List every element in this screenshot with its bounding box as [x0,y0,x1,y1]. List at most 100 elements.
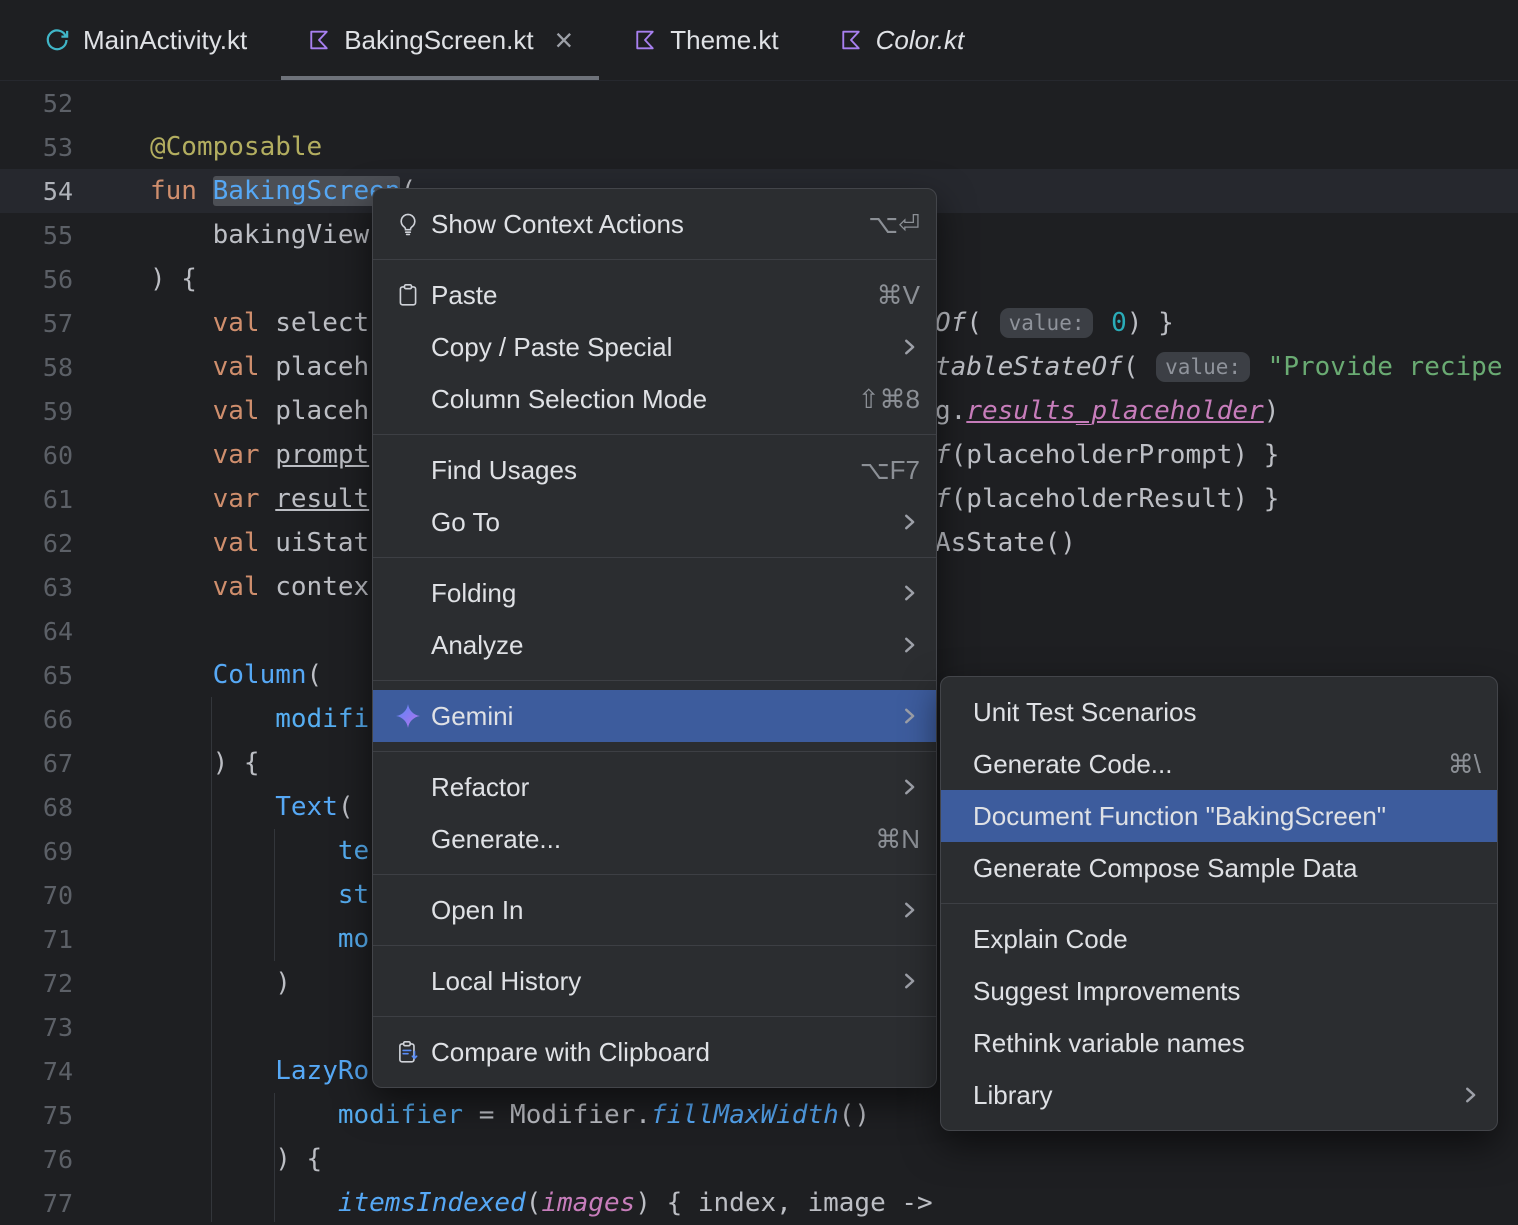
code-text: @Composable [73,132,322,162]
code-token: ( [306,660,323,690]
code-text: val uiStat [73,528,370,558]
menu-item-copy-paste-special[interactable]: Copy / Paste Special [373,321,936,373]
menu-item-refactor[interactable]: Refactor [373,761,936,813]
menu-item-suggest-improvements[interactable]: Suggest Improvements [941,965,1497,1017]
code-text: var prompt [73,440,370,470]
line-number: 53 [42,132,73,162]
menu-item-library[interactable]: Library [941,1069,1497,1121]
tab-label: BakingScreen.kt [344,24,534,55]
menu-item-label: Refactor [431,771,530,802]
kotlin-file-icon [307,28,331,52]
chevron-right-icon [892,899,920,921]
code-text-continued: g. results_placeholder) [935,389,1279,433]
tab-bakingscreen-kt[interactable]: BakingScreen.kt × [277,0,603,80]
menu-item-label: Paste [431,279,498,310]
menu-item-go-to[interactable]: Go To [373,496,936,548]
code-text: bakingView [73,220,370,250]
menu-item-rethink-variable-names[interactable]: Rethink variable names [941,1017,1497,1069]
menu-item-paste[interactable]: Paste ⌘V [373,269,936,321]
menu-item-generate-code[interactable]: Generate Code... ⌘\ [941,738,1497,790]
code-token: 0 [1111,308,1127,338]
gemini-submenu: Unit Test Scenarios Generate Code... ⌘\ Doc… [940,676,1498,1131]
code-token: placeh [275,352,370,382]
lightbulb-icon [385,211,431,237]
line-number: 74 [42,1056,73,1086]
line-number: 59 [42,396,73,426]
code-text-continued: f (placeholderPrompt) } [935,433,1279,477]
code-token: ) { [150,1144,323,1174]
menu-separator [941,903,1497,904]
menu-item-label: Copy / Paste Special [431,331,673,362]
line-number: 67 [42,748,73,778]
tab-theme-kt[interactable]: Theme.kt [603,0,808,80]
menu-item-document-function-bakingscreen[interactable]: Document Function "BakingScreen" [941,790,1497,842]
code-token: ( [1122,352,1155,382]
menu-item-column-selection-mode[interactable]: Column Selection Mode ⇧⌘8 [373,373,936,425]
inline-hint: value: [999,307,1094,339]
menu-item-local-history[interactable]: Local History [373,955,936,1007]
chevron-right-icon [892,634,920,656]
menu-item-open-in[interactable]: Open In [373,884,936,936]
menu-item-show-context-actions[interactable]: Show Context Actions ⌥⏎ [373,198,936,250]
line-number: 76 [42,1144,73,1174]
menu-item-label: Find Usages [431,454,577,485]
menu-item-unit-test-scenarios[interactable]: Unit Test Scenarios [941,686,1497,738]
code-token: mo [337,924,370,954]
code-token: val [212,396,276,426]
code-token: LazyRo [275,1056,370,1086]
menu-separator [373,557,936,558]
code-text: itemsIndexed(images) { index, image -> [73,1188,933,1218]
code-text: val placeh [73,352,370,382]
code-token: var [212,484,276,514]
code-token: fillMaxWidth [650,1100,839,1130]
clipboard-icon [385,282,431,308]
code-text: fun BakingScreen( [73,176,416,206]
menu-item-label: Unit Test Scenarios [973,696,1197,727]
code-token: ) } [1126,308,1174,338]
menu-item-generate[interactable]: Generate... ⌘N [373,813,936,865]
code-token: ( [337,792,354,822]
code-token: AsState() [935,528,1076,558]
code-token: ( [525,1188,542,1218]
menu-item-gemini[interactable]: Gemini [373,690,936,742]
close-icon[interactable]: × [555,24,574,56]
menu-item-analyze[interactable]: Analyze [373,619,936,671]
code-text-continued: tableStateOf( value: "Provide recipe of [935,345,1518,389]
code-text-continued: AsState() [935,521,1076,565]
code-text: var result [73,484,370,514]
inline-hint: value: [1156,351,1251,383]
menu-item-compare-with-clipboard[interactable]: Compare with Clipboard [373,1026,936,1078]
code-token: Text [275,792,338,822]
code-token: prompt [275,440,370,470]
code-token: f [935,484,951,514]
line-number: 61 [42,484,73,514]
code-token: ) { [150,748,260,778]
menu-item-find-usages[interactable]: Find Usages ⌥F7 [373,444,936,496]
code-token: (placeholderPrompt) } [950,440,1280,470]
code-text: LazyRo [73,1056,369,1086]
menu-separator [373,874,936,875]
menu-separator [373,945,936,946]
menu-item-label: Column Selection Mode [431,383,708,414]
line-number: 62 [42,528,73,558]
code-token: contex [275,572,370,602]
code-text: modifi [73,704,369,734]
menu-shortcut: ⇧⌘8 [857,383,920,414]
code-text: ) { [73,1144,322,1174]
tab-mainactivity-kt[interactable]: MainActivity.kt [14,0,277,80]
code-token: modifi [275,704,370,734]
menu-item-folding[interactable]: Folding [373,567,936,619]
menu-separator [373,751,936,752]
menu-item-label: Open In [431,894,524,925]
code-token: f [935,440,951,470]
tab-color-kt[interactable]: Color.kt [809,0,995,80]
menu-item-explain-code[interactable]: Explain Code [941,913,1497,965]
menu-item-generate-compose-sample-data[interactable]: Generate Compose Sample Data [941,842,1497,894]
code-token: g. [935,396,967,426]
